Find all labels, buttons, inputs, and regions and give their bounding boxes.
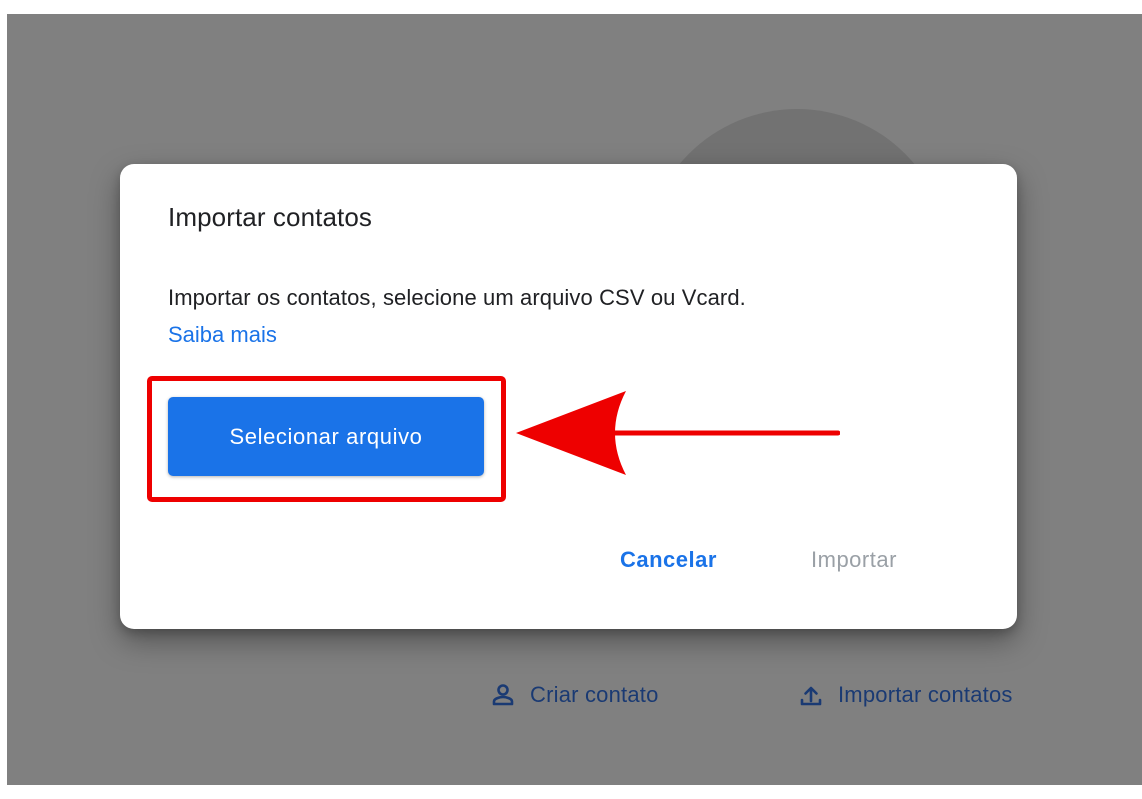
- import-contacts-dialog: Importar contatos Importar os contatos, …: [120, 164, 1017, 629]
- dialog-description: Importar os contatos, selecione um arqui…: [168, 285, 746, 310]
- create-contact-label: Criar contato: [530, 682, 659, 707]
- cancel-button[interactable]: Cancelar: [612, 541, 725, 579]
- person-outline-icon: [490, 682, 516, 708]
- learn-more-link[interactable]: Saiba mais: [168, 322, 277, 348]
- upload-icon: [798, 682, 824, 708]
- import-contacts-link: Importar contatos: [798, 682, 1013, 708]
- import-button[interactable]: Importar: [803, 541, 905, 579]
- create-contact-link: Criar contato: [490, 682, 659, 708]
- import-contacts-label: Importar contatos: [838, 682, 1013, 707]
- select-file-button[interactable]: Selecionar arquivo: [168, 397, 484, 476]
- dialog-title: Importar contatos: [168, 202, 373, 232]
